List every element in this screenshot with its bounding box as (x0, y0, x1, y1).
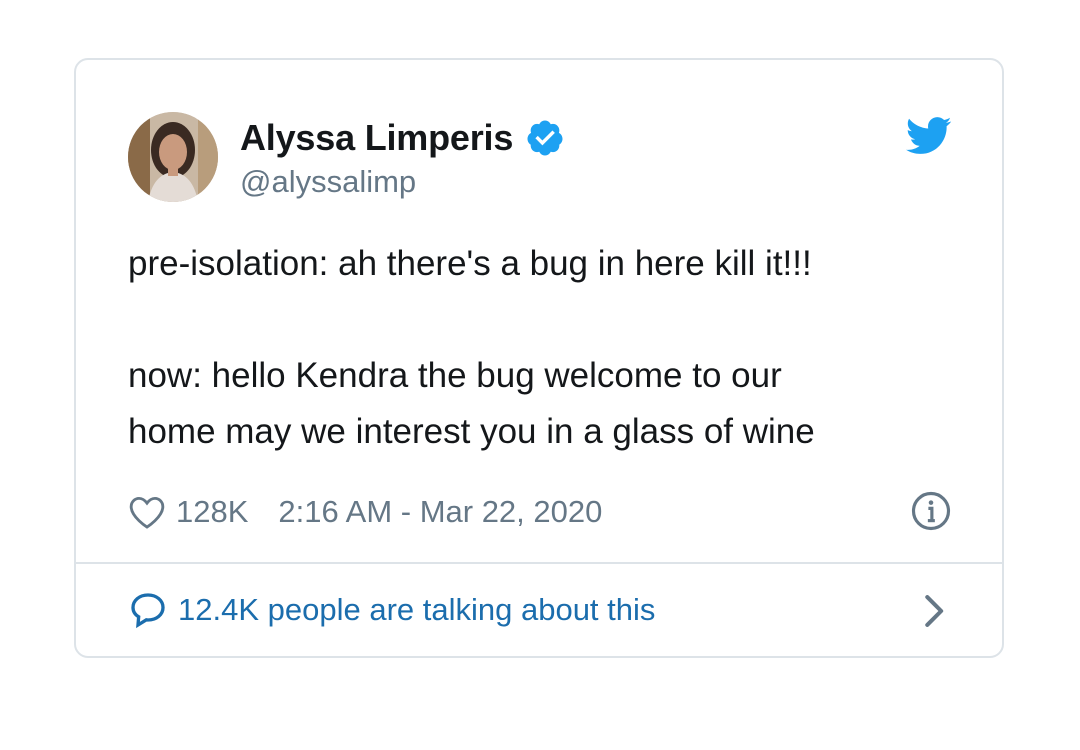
verified-badge-icon (527, 120, 563, 156)
heart-icon[interactable] (128, 494, 166, 530)
tweet-meta: 128K 2:16 AM - Mar 22, 2020 (128, 490, 952, 534)
conversation-text[interactable]: 12.4K people are talking about this (178, 592, 655, 628)
tweet-line-1: pre-isolation: ah there's a bug in here … (128, 244, 812, 283)
display-name[interactable]: Alyssa Limperis (240, 117, 513, 159)
author-handle[interactable]: @alyssalimp (240, 164, 565, 200)
twitter-bird-icon[interactable] (906, 116, 952, 156)
avatar[interactable] (128, 112, 218, 202)
tweet-card[interactable]: Alyssa Limperis @alyssalimp pre-isolatio… (74, 58, 1004, 658)
conversation-link[interactable]: 12.4K people are talking about this (128, 582, 952, 638)
timestamp[interactable]: 2:16 AM - Mar 22, 2020 (278, 494, 602, 530)
info-icon[interactable] (910, 490, 952, 532)
speech-bubble-icon (131, 593, 165, 629)
tweet-header: Alyssa Limperis @alyssalimp (128, 112, 952, 204)
tweet-line-2: now: hello Kendra the bug welcome to our (128, 356, 782, 395)
tweet-line-3: home may we interest you in a glass of w… (128, 412, 815, 451)
author-names: Alyssa Limperis @alyssalimp (240, 116, 565, 200)
avatar-image (128, 112, 218, 202)
divider (76, 562, 1002, 564)
tweet-text: pre-isolation: ah there's a bug in here … (128, 236, 952, 460)
display-name-row: Alyssa Limperis (240, 116, 565, 160)
like-count[interactable]: 128K (176, 494, 248, 530)
chevron-right-icon[interactable] (924, 594, 946, 628)
